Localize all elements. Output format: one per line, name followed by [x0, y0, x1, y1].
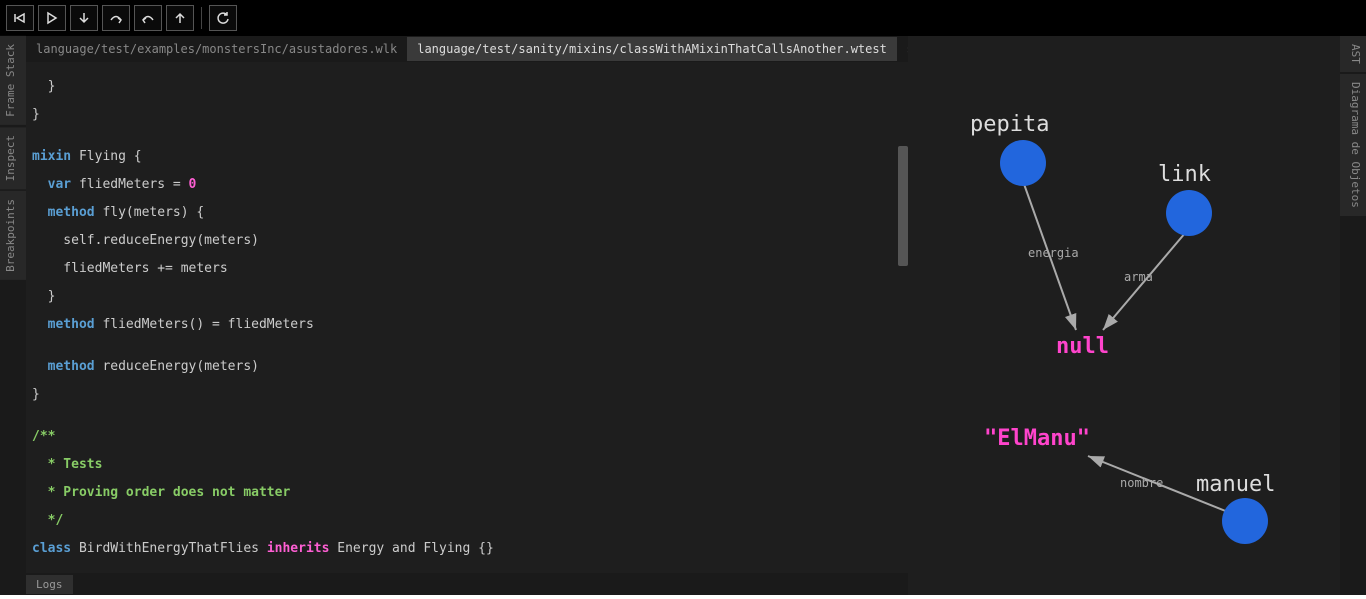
main-area: Frame Stack Inspect Breakpoints language… — [0, 36, 1366, 595]
step-over-button[interactable] — [102, 5, 130, 31]
tab-asustadores[interactable]: language/test/examples/monstersInc/asust… — [26, 37, 407, 61]
panel-tab-frame-stack[interactable]: Frame Stack — [0, 36, 26, 125]
object-diagram[interactable]: pepita link energia arma null "ElManu" n… — [908, 36, 1340, 595]
diagram-edge-arma: arma — [1124, 270, 1153, 284]
panel-tab-diagrama[interactable]: Diagrama de Objetos — [1340, 74, 1366, 216]
footer-strip — [0, 595, 1366, 599]
debug-toolbar — [0, 0, 1366, 36]
diagram-node-pepita[interactable] — [1000, 140, 1046, 186]
tab-logs[interactable]: Logs — [26, 575, 73, 594]
panel-tab-inspect[interactable]: Inspect — [0, 127, 26, 189]
bottom-tabs: Logs — [26, 573, 908, 595]
diagram-null: null — [1056, 334, 1109, 359]
editor-scrollbar[interactable] — [898, 146, 908, 266]
diagram-node-manuel[interactable] — [1222, 498, 1268, 544]
toolbar-separator — [201, 7, 202, 29]
right-panel-tabs: AST Diagrama de Objetos — [1340, 36, 1366, 595]
diagram-string-elmanu: "ElManu" — [984, 426, 1090, 451]
diagram-edge-nombre: nombre — [1120, 476, 1163, 490]
step-down-button[interactable] — [70, 5, 98, 31]
step-back-button[interactable] — [6, 5, 34, 31]
panel-tab-ast[interactable]: AST — [1340, 36, 1366, 72]
diagram-node-label-pepita: pepita — [970, 112, 1049, 137]
editor-area: language/test/examples/monstersInc/asust… — [26, 36, 908, 595]
refresh-button[interactable] — [209, 5, 237, 31]
tab-classwithmixin[interactable]: language/test/sanity/mixins/classWithAMi… — [407, 37, 897, 61]
panel-tab-breakpoints[interactable]: Breakpoints — [0, 191, 26, 280]
step-out-button[interactable] — [134, 5, 162, 31]
play-button[interactable] — [38, 5, 66, 31]
code-editor[interactable]: } } mixin Flying { var fliedMeters = 0 m… — [26, 62, 908, 573]
diagram-node-link[interactable] — [1166, 190, 1212, 236]
diagram-node-label-manuel: manuel — [1196, 472, 1275, 497]
left-panel-tabs: Frame Stack Inspect Breakpoints — [0, 36, 26, 595]
diagram-edge-energia: energia — [1028, 246, 1079, 260]
diagram-node-label-link: link — [1158, 162, 1211, 187]
editor-tabs: language/test/examples/monstersInc/asust… — [26, 36, 908, 62]
step-up-button[interactable] — [166, 5, 194, 31]
